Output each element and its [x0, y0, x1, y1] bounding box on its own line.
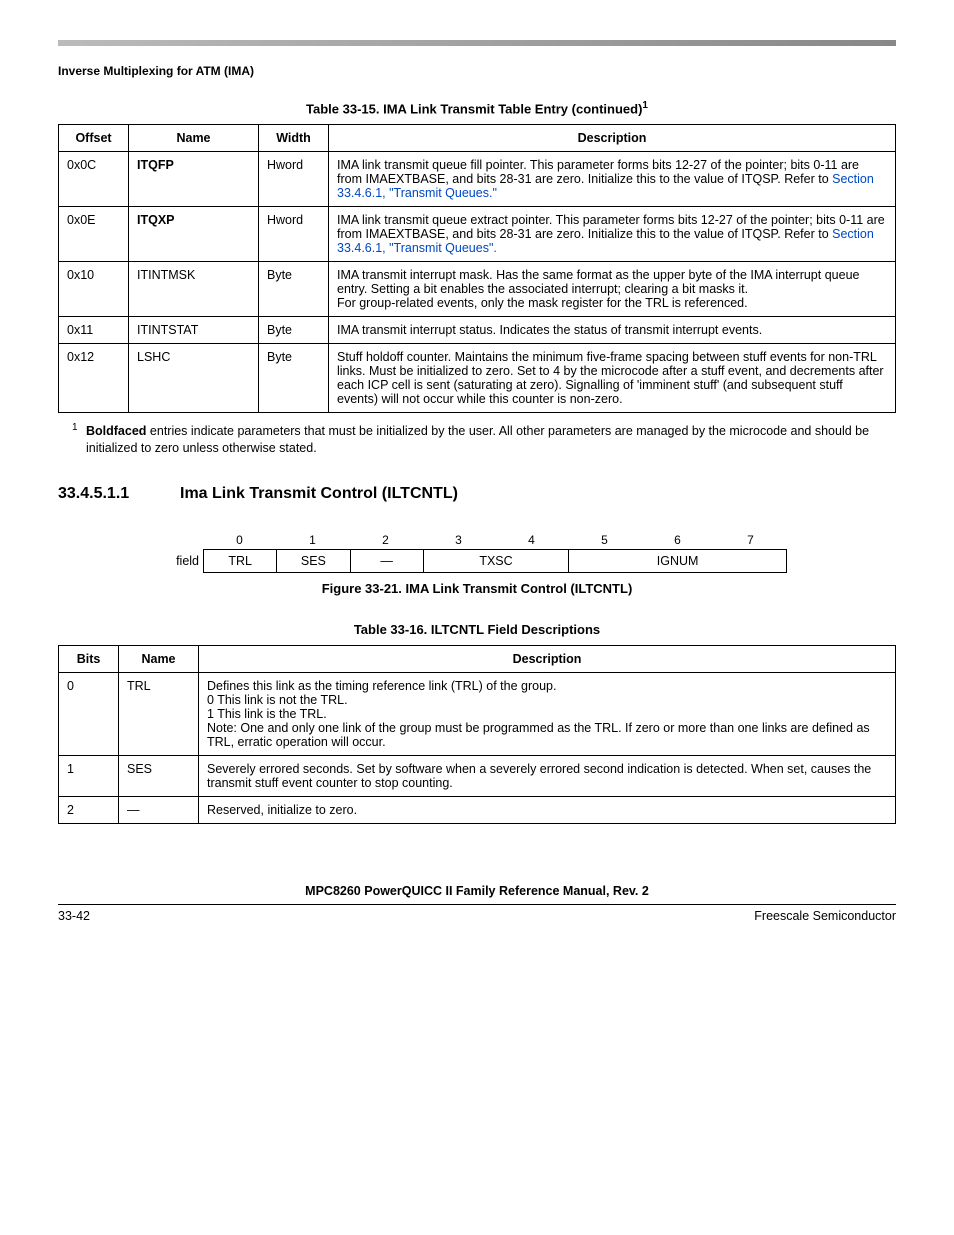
cell-width: Hword: [259, 152, 329, 207]
cell-description: Stuff holdoff counter. Maintains the min…: [329, 344, 896, 413]
bit-field: TXSC: [424, 550, 570, 572]
cell-offset: 0x12: [59, 344, 129, 413]
th-desc: Description: [329, 125, 896, 152]
table-row: 1SESSeverely errored seconds. Set by sof…: [59, 756, 896, 797]
footnote-marker: 1: [72, 421, 78, 435]
footer-doc-title: MPC8260 PowerQUICC II Family Reference M…: [58, 884, 896, 898]
cell-bits: 0: [59, 673, 119, 756]
table-15: Offset Name Width Description 0x0CITQFPH…: [58, 124, 896, 413]
cell-description: IMA link transmit queue extract pointer.…: [329, 207, 896, 262]
table-16: Bits Name Description 0TRLDefines this l…: [58, 645, 896, 824]
th-name: Name: [119, 646, 199, 673]
cell-description: Reserved, initialize to zero.: [199, 797, 896, 824]
cell-offset: 0x11: [59, 317, 129, 344]
table-row: 0x11ITINTSTATByteIMA transmit interrupt …: [59, 317, 896, 344]
bit-field: —: [351, 550, 424, 572]
cell-name: ITQFP: [129, 152, 259, 207]
bit-row-label: field: [167, 549, 203, 573]
section-title: Ima Link Transmit Control (ILTCNTL): [180, 485, 458, 502]
page: Inverse Multiplexing for ATM (IMA) Table…: [0, 0, 954, 953]
table-row: 0TRLDefines this link as the timing refe…: [59, 673, 896, 756]
bit-field: SES: [277, 550, 350, 572]
bit-number: 3: [422, 533, 495, 549]
cell-name: ITINTMSK: [129, 262, 259, 317]
cell-name: ITINTSTAT: [129, 317, 259, 344]
cell-name: LSHC: [129, 344, 259, 413]
bit-field: TRL: [204, 550, 277, 572]
table-row: 0x10ITINTMSKByteIMA transmit interrupt m…: [59, 262, 896, 317]
section-heading: 33.4.5.1.1Ima Link Transmit Control (ILT…: [58, 485, 896, 503]
section-number: 33.4.5.1.1: [58, 485, 180, 503]
cell-name: SES: [119, 756, 199, 797]
header-rule: [58, 40, 896, 46]
cell-width: Hword: [259, 207, 329, 262]
table-row: 0x12LSHCByteStuff holdoff counter. Maint…: [59, 344, 896, 413]
cell-description: IMA transmit interrupt mask. Has the sam…: [329, 262, 896, 317]
cell-width: Byte: [259, 344, 329, 413]
cell-description: Defines this link as the timing referenc…: [199, 673, 896, 756]
bit-number: 5: [568, 533, 641, 549]
cell-offset: 0x10: [59, 262, 129, 317]
bit-number: 0: [203, 533, 276, 549]
bit-number: 2: [349, 533, 422, 549]
cell-bits: 2: [59, 797, 119, 824]
th-offset: Offset: [59, 125, 129, 152]
table-header-row: Bits Name Description: [59, 646, 896, 673]
bit-number: 4: [495, 533, 568, 549]
cell-width: Byte: [259, 262, 329, 317]
bit-number: 6: [641, 533, 714, 549]
cell-name: ITQXP: [129, 207, 259, 262]
table-15-footnote: 1 Boldfaced entries indicate parameters …: [72, 423, 896, 457]
cell-offset: 0x0C: [59, 152, 129, 207]
vendor-name: Freescale Semiconductor: [754, 909, 896, 923]
bit-field: IGNUM: [569, 550, 786, 572]
cell-width: Byte: [259, 317, 329, 344]
footnote-text: entries indicate parameters that must be…: [86, 424, 869, 455]
table-row: 2—Reserved, initialize to zero.: [59, 797, 896, 824]
table-row: 0x0CITQFPHwordIMA link transmit queue fi…: [59, 152, 896, 207]
bit-number: 7: [714, 533, 787, 549]
page-footer: 33-42 Freescale Semiconductor: [58, 904, 896, 923]
table-15-title: Table 33-15. IMA Link Transmit Table Ent…: [58, 100, 896, 116]
running-header: Inverse Multiplexing for ATM (IMA): [58, 64, 896, 78]
cell-description: IMA transmit interrupt status. Indicates…: [329, 317, 896, 344]
th-width: Width: [259, 125, 329, 152]
footnote-lead: Boldfaced: [86, 424, 146, 438]
cell-name: —: [119, 797, 199, 824]
table-header-row: Offset Name Width Description: [59, 125, 896, 152]
bit-number: 1: [276, 533, 349, 549]
cell-offset: 0x0E: [59, 207, 129, 262]
th-desc: Description: [199, 646, 896, 673]
cell-description: Severely errored seconds. Set by softwar…: [199, 756, 896, 797]
cell-description: IMA link transmit queue fill pointer. Th…: [329, 152, 896, 207]
figure-caption: Figure 33-21. IMA Link Transmit Control …: [58, 581, 896, 596]
table-row: 0x0EITQXPHwordIMA link transmit queue ex…: [59, 207, 896, 262]
cell-bits: 1: [59, 756, 119, 797]
th-bits: Bits: [59, 646, 119, 673]
cell-name: TRL: [119, 673, 199, 756]
page-number: 33-42: [58, 909, 90, 923]
th-name: Name: [129, 125, 259, 152]
table-16-title: Table 33-16. ILTCNTL Field Descriptions: [58, 622, 896, 637]
bit-field-figure: 01234567 field TRLSES—TXSCIGNUM: [167, 533, 787, 573]
